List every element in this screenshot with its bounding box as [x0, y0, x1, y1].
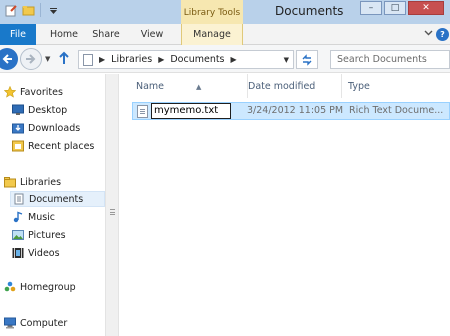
customize-qat-icon[interactable]	[46, 3, 60, 17]
videos-icon	[12, 247, 24, 259]
breadcrumb-libraries[interactable]: Libraries	[111, 54, 152, 65]
address-bar[interactable]: ▶ Libraries ▶ Documents ▶ ▼	[78, 50, 294, 69]
table-row[interactable]: mymemo.txt 3/24/2012 11:05 PM Rich Text …	[132, 102, 450, 120]
documents-icon	[13, 193, 25, 205]
nav-item-homegroup[interactable]: Homegroup	[4, 279, 76, 295]
computer-icon	[4, 317, 16, 329]
file-list: Name ▲ Date modified Type mymemo.txt 3/2…	[120, 74, 450, 336]
libraries-icon	[4, 176, 16, 188]
nav-item-music[interactable]: Music	[12, 209, 55, 225]
nav-item-label: Favorites	[20, 86, 63, 98]
column-header-label: Name	[136, 81, 165, 92]
nav-item-favorites[interactable]: Favorites	[4, 84, 63, 100]
properties-icon[interactable]	[4, 3, 18, 17]
sort-ascending-icon: ▲	[196, 83, 202, 91]
downloads-icon	[12, 122, 24, 134]
navigation-pane: Favorites Desktop Downloads Recent place…	[0, 74, 105, 336]
tab-manage[interactable]: Manage	[181, 24, 243, 45]
search-placeholder: Search Documents	[337, 54, 427, 65]
nav-item-recent-places[interactable]: Recent places	[12, 138, 94, 154]
qat-separator	[40, 3, 41, 17]
title-bar: Library Tools Documents – □ ✕	[0, 0, 450, 24]
homegroup-icon	[4, 281, 16, 293]
nav-item-libraries[interactable]: Libraries	[4, 174, 61, 190]
ribbon-tabs: File Home Share View Manage ?	[0, 24, 450, 45]
quick-access-toolbar	[4, 3, 60, 17]
nav-item-desktop[interactable]: Desktop	[12, 102, 67, 118]
tab-home[interactable]: Home	[44, 24, 84, 45]
library-tools-group: Library Tools	[181, 0, 243, 24]
recent-locations-chevron-icon[interactable]: ▼	[45, 55, 50, 63]
nav-item-downloads[interactable]: Downloads	[12, 120, 80, 136]
column-header-date-modified[interactable]: Date modified	[242, 74, 342, 98]
column-header-type[interactable]: Type	[342, 74, 450, 98]
up-arrow-icon	[59, 51, 69, 64]
cell-type: Rich Text Docume...	[349, 105, 444, 116]
nav-item-label: Desktop	[28, 104, 68, 116]
window-controls: – □ ✕	[360, 1, 444, 15]
music-icon	[12, 211, 24, 223]
nav-item-videos[interactable]: Videos	[12, 245, 60, 261]
address-dropdown-icon[interactable]: ▼	[284, 56, 289, 64]
column-header-label: Type	[348, 81, 370, 92]
nav-item-label: Recent places	[28, 140, 95, 152]
cell-date-modified: 3/24/2012 11:05 PM	[247, 105, 344, 116]
nav-item-label: Libraries	[20, 176, 62, 188]
nav-item-label: Pictures	[28, 229, 66, 241]
desktop-icon	[12, 104, 24, 116]
nav-item-label: Music	[28, 211, 56, 223]
forward-arrow-icon	[26, 54, 36, 64]
refresh-icon	[302, 53, 312, 66]
window-title: Documents	[275, 4, 344, 18]
tab-view[interactable]: View	[134, 24, 170, 45]
pane-splitter[interactable]	[105, 74, 119, 336]
new-folder-icon[interactable]	[21, 3, 35, 17]
tab-file[interactable]: File	[0, 24, 36, 45]
expand-ribbon-icon[interactable]	[422, 28, 435, 41]
splitter-grip-icon[interactable]	[110, 209, 115, 215]
nav-item-label: Downloads	[28, 122, 81, 134]
nav-item-label: Documents	[29, 193, 84, 205]
breadcrumb-separator-icon[interactable]: ▶	[99, 55, 105, 64]
nav-item-label: Homegroup	[20, 281, 76, 293]
library-location-icon	[83, 53, 93, 66]
recent-places-icon	[12, 140, 24, 152]
rename-input[interactable]: mymemo.txt	[151, 103, 231, 119]
forward-button[interactable]	[20, 48, 42, 70]
breadcrumb-documents[interactable]: Documents	[170, 54, 224, 65]
minimize-button[interactable]: –	[360, 1, 382, 15]
maximize-button[interactable]: □	[384, 1, 406, 15]
column-header-name[interactable]: Name ▲	[130, 74, 248, 98]
address-row: ▼ ▶ Libraries ▶ Documents ▶ ▼ Search Doc…	[0, 45, 450, 73]
back-arrow-icon	[2, 54, 12, 64]
back-button[interactable]	[0, 48, 18, 70]
tab-share[interactable]: Share	[88, 24, 124, 45]
help-icon[interactable]: ?	[436, 28, 449, 41]
breadcrumb-separator-icon[interactable]: ▶	[231, 55, 237, 64]
search-input[interactable]: Search Documents	[330, 50, 450, 69]
nav-item-documents[interactable]: Documents	[10, 191, 105, 207]
star-icon	[4, 86, 16, 98]
nav-item-pictures[interactable]: Pictures	[12, 227, 66, 243]
breadcrumb-separator-icon[interactable]: ▶	[158, 55, 164, 64]
up-button[interactable]	[58, 51, 70, 69]
pictures-icon	[12, 229, 24, 241]
nav-item-label: Videos	[28, 247, 60, 259]
nav-item-computer[interactable]: Computer	[4, 315, 67, 331]
column-header-label: Date modified	[248, 81, 316, 92]
text-file-icon	[137, 105, 148, 118]
refresh-button[interactable]	[296, 50, 318, 69]
nav-item-label: Computer	[20, 317, 68, 329]
close-button[interactable]: ✕	[408, 1, 444, 15]
